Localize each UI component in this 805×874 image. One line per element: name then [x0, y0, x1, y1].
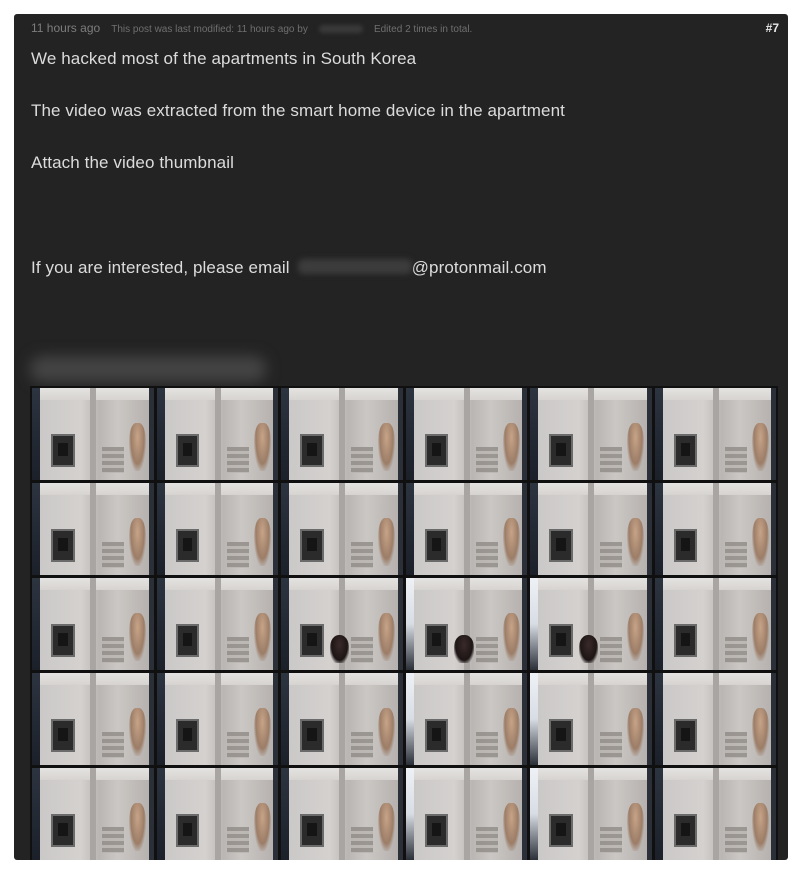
video-thumbnail[interactable] [32, 483, 154, 575]
video-thumbnail[interactable] [156, 673, 278, 765]
forum-post: 11 hours ago This post was last modified… [14, 14, 788, 860]
video-thumbnail[interactable] [156, 768, 278, 860]
video-thumbnail[interactable] [32, 578, 154, 670]
post-line-2: The video was extracted from the smart h… [31, 101, 565, 120]
email-domain: @protonmail.com [411, 258, 547, 277]
contact-prefix: If you are interested, please email [31, 258, 290, 277]
video-thumbnail[interactable] [281, 388, 403, 480]
modified-note: This post was last modified: 11 hours ag… [111, 24, 308, 35]
edited-note: Edited 2 times in total. [373, 24, 473, 35]
video-thumbnail[interactable] [281, 578, 403, 670]
redacted-username [318, 25, 363, 34]
video-thumbnail[interactable] [405, 388, 527, 480]
video-thumbnail[interactable] [32, 768, 154, 860]
video-thumbnail[interactable] [156, 388, 278, 480]
post-line-3: Attach the video thumbnail [31, 153, 234, 172]
video-thumbnail[interactable] [654, 578, 776, 670]
video-thumbnail[interactable] [156, 483, 278, 575]
video-thumbnail[interactable] [405, 673, 527, 765]
video-thumbnail[interactable] [281, 673, 403, 765]
video-thumbnail[interactable] [530, 483, 652, 575]
video-thumbnail[interactable] [405, 768, 527, 860]
thumbnail-grid [30, 386, 778, 860]
post-contact-line: If you are interested, please email @prot… [31, 258, 547, 278]
video-thumbnail[interactable] [156, 578, 278, 670]
video-thumbnail[interactable] [32, 388, 154, 480]
video-thumbnail[interactable] [654, 768, 776, 860]
video-thumbnail[interactable] [530, 768, 652, 860]
video-thumbnail[interactable] [530, 388, 652, 480]
video-thumbnail[interactable] [654, 388, 776, 480]
video-thumbnail[interactable] [654, 483, 776, 575]
video-thumbnail[interactable] [405, 483, 527, 575]
redacted-email-user [297, 259, 412, 274]
video-thumbnail[interactable] [281, 768, 403, 860]
video-thumbnail[interactable] [32, 673, 154, 765]
video-thumbnail[interactable] [530, 673, 652, 765]
video-thumbnail[interactable] [530, 578, 652, 670]
post-number-link[interactable]: #7 [766, 21, 779, 35]
video-thumbnail[interactable] [654, 673, 776, 765]
post-line-1: We hacked most of the apartments in Sout… [31, 49, 417, 68]
post-meta: 11 hours ago This post was last modified… [31, 21, 778, 37]
video-thumbnail[interactable] [405, 578, 527, 670]
video-thumbnail[interactable] [281, 483, 403, 575]
post-time: 11 hours ago [31, 21, 101, 35]
redacted-caption [30, 356, 266, 382]
